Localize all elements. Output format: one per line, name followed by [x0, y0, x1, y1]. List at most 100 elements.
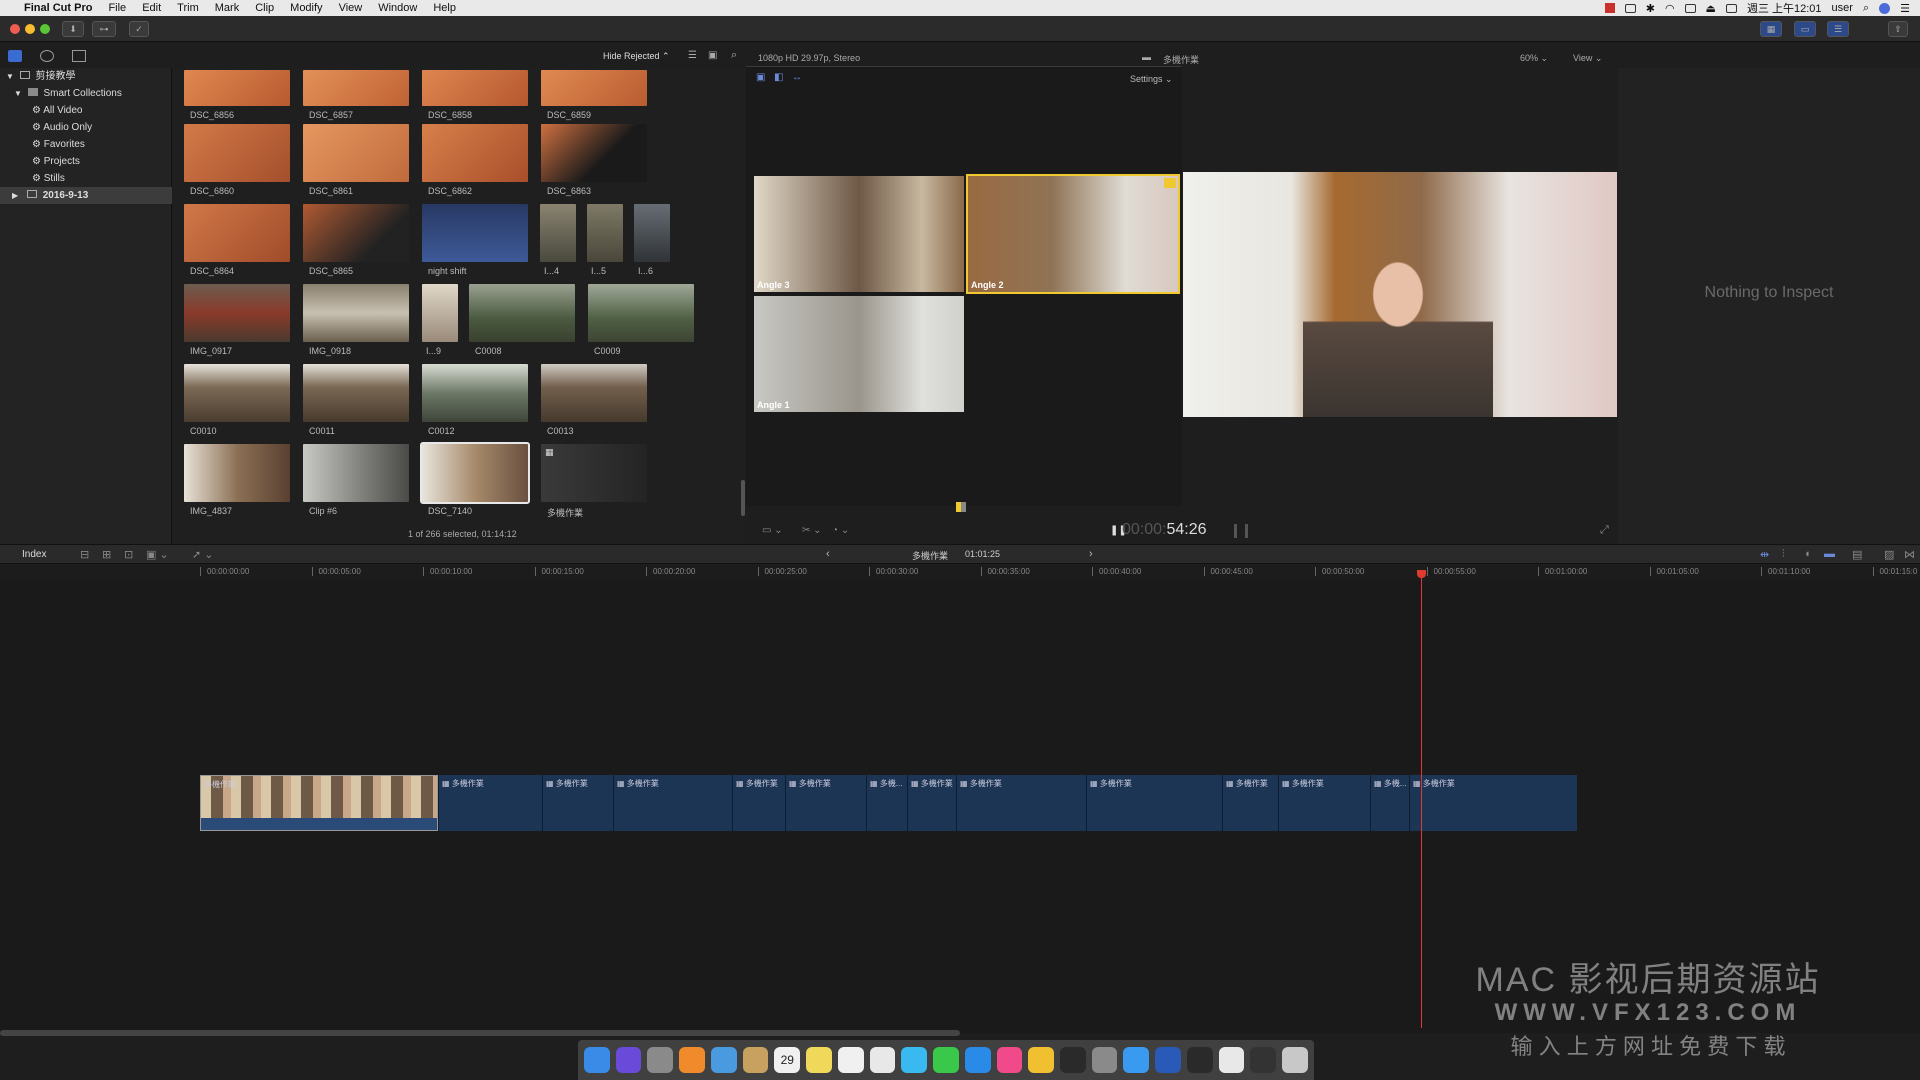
effects-browser-icon[interactable]: ▨	[1884, 548, 1894, 561]
zoom-popup[interactable]: 60% ⌄	[1520, 53, 1548, 64]
timeline-scrollbar[interactable]	[0, 1030, 960, 1036]
launchpad-icon[interactable]	[647, 1047, 674, 1073]
filmstrip-clip[interactable]: 多機作業	[200, 775, 438, 831]
keyword-button[interactable]: ⊶	[92, 21, 116, 37]
eject-icon[interactable]: ⏏	[1706, 2, 1716, 15]
browser-clip[interactable]: IMG_0917	[184, 284, 290, 356]
browser-clip[interactable]: C0012	[422, 364, 528, 436]
angle-bank-icon[interactable]	[956, 502, 966, 512]
browser-clip[interactable]: night shift	[422, 204, 528, 276]
audio-switch-icon[interactable]: ↔	[792, 72, 802, 83]
record-icon[interactable]	[1604, 3, 1615, 13]
transitions-browser-icon[interactable]: ⋈	[1904, 548, 1915, 561]
messages-icon[interactable]	[901, 1047, 928, 1073]
search-icon[interactable]: ⌕	[731, 49, 737, 62]
timeline-clip[interactable]: ▦ 多機...	[866, 775, 907, 831]
photos-audio-tab-icon[interactable]	[40, 50, 54, 62]
video-audio-switch-icon[interactable]: ▣	[756, 72, 765, 83]
browser-clip[interactable]: Clip #6	[303, 444, 409, 516]
system-preferences-icon[interactable]	[1091, 1047, 1118, 1073]
photos-icon[interactable]	[869, 1047, 896, 1073]
menu-help[interactable]: Help	[425, 2, 464, 14]
browser-clip[interactable]: DSC_6865	[303, 204, 409, 276]
timeline-clip[interactable]: ▦ 多機作業	[785, 775, 866, 831]
event-item[interactable]: ▶ 2016-9-13	[0, 187, 172, 204]
playhead-marker[interactable]	[1417, 570, 1426, 578]
playhead[interactable]	[1421, 570, 1422, 1028]
itunes-icon[interactable]	[996, 1047, 1023, 1073]
minimize-button[interactable]	[25, 24, 35, 34]
clock[interactable]: 週三 上午12:01	[1747, 0, 1822, 16]
calendar-icon[interactable]: 29	[774, 1047, 801, 1073]
inspector-layout-button[interactable]: ☰	[1827, 21, 1849, 37]
index-button[interactable]: Index	[22, 549, 46, 560]
app-menu[interactable]: Final Cut Pro	[16, 2, 100, 14]
smart-collections-folder[interactable]: ▼ Smart Collections	[0, 85, 172, 102]
libraries-tab-icon[interactable]	[8, 50, 22, 62]
angle-3[interactable]: Angle 3	[754, 176, 964, 292]
siri-icon[interactable]	[1879, 2, 1891, 14]
timeline-clip[interactable]: ▦ 多機作業	[1409, 775, 1577, 831]
trash-icon[interactable]	[1282, 1047, 1308, 1073]
timeline-clip[interactable]: ▦ 多機作業	[542, 775, 613, 831]
solo-icon[interactable]: ◖	[1804, 548, 1811, 560]
library-item[interactable]: ▼ 剪接教學	[0, 68, 172, 85]
timeline-clip[interactable]: ▦ 多機作業	[1222, 775, 1278, 831]
browser-clip[interactable]: I...5	[587, 204, 623, 276]
siri-icon[interactable]	[615, 1047, 642, 1073]
timeline-ruler[interactable]: 00:00:00:00 00:00:05:00 00:00:10:00 00:00:1…	[0, 565, 1920, 581]
browser-clip[interactable]: C0009	[588, 284, 694, 356]
terminal-icon[interactable]	[1186, 1047, 1213, 1073]
list-view-icon[interactable]: ☰	[688, 50, 697, 61]
browser-clip[interactable]: DSC_6859	[541, 70, 647, 130]
enhance-icon[interactable]: ✂ ⌄	[802, 525, 822, 536]
menu-mark[interactable]: Mark	[207, 2, 247, 14]
skimming-icon[interactable]: ⇹	[1760, 548, 1769, 561]
menu-modify[interactable]: Modify	[282, 2, 330, 14]
browser-clip[interactable]: I...6	[634, 204, 670, 276]
collection-all-video[interactable]: ⚙ All Video	[0, 102, 172, 119]
facetime-icon[interactable]	[933, 1047, 959, 1073]
bluetooth-icon[interactable]: ✱	[1646, 2, 1655, 15]
browser-clip[interactable]: DSC_6856	[184, 70, 290, 130]
collection-stills[interactable]: ⚙ Stills	[0, 170, 172, 187]
overwrite-clip-icon[interactable]: ▣ ⌄	[146, 548, 169, 561]
zoom-button[interactable]	[40, 24, 50, 34]
history-back-icon[interactable]: ‹	[826, 548, 830, 560]
safari-icon[interactable]	[1123, 1047, 1150, 1073]
angle-settings-popup[interactable]: Settings ⌄	[1130, 74, 1173, 85]
timeline-clip[interactable]: ▦ 多機作業	[1086, 775, 1222, 831]
timeline-clip[interactable]: ▦ 多機作業	[732, 775, 785, 831]
snapping-icon[interactable]: ▬	[1824, 548, 1835, 560]
share-button[interactable]: ⇪	[1888, 21, 1908, 37]
menu-file[interactable]: File	[100, 2, 134, 14]
browser-clip[interactable]: C0010	[184, 364, 290, 436]
browser-clip[interactable]: IMG_0918	[303, 284, 409, 356]
input-icon[interactable]	[1725, 3, 1737, 13]
browser-clip[interactable]: C0011	[303, 364, 409, 436]
main-viewer[interactable]	[1183, 172, 1617, 417]
browser-clip[interactable]: C0013	[541, 364, 647, 436]
notes-icon[interactable]	[742, 1047, 769, 1073]
timeline-clip[interactable]: ▦ 多機作業	[613, 775, 732, 831]
menu-edit[interactable]: Edit	[134, 2, 169, 14]
timeline-clip[interactable]: ▦ 多機作業	[907, 775, 956, 831]
spotlight-icon[interactable]: ⌕	[1863, 2, 1869, 15]
stickies-icon[interactable]	[806, 1047, 832, 1073]
folder-icon[interactable]	[1218, 1047, 1245, 1073]
transform-tool-icon[interactable]: ▭ ⌄	[762, 525, 783, 536]
reminders-icon[interactable]	[837, 1047, 864, 1073]
clip-appearance-icon[interactable]: ▤	[1852, 548, 1862, 561]
view-popup[interactable]: View ⌄	[1573, 53, 1602, 64]
app-store-icon[interactable]	[964, 1047, 991, 1073]
menu-view[interactable]: View	[331, 2, 371, 14]
timecode-display[interactable]: 00:00:54:26	[1122, 521, 1207, 539]
browser-scrollbar[interactable]	[741, 480, 745, 516]
connect-clip-icon[interactable]: ⊟	[80, 548, 89, 561]
clip-appearance-icon[interactable]: ▣	[708, 50, 717, 61]
import-button[interactable]: ⬇	[62, 21, 84, 37]
browser-clip[interactable]: DSC_6857	[303, 70, 409, 130]
browser-clip[interactable]: DSC_6858	[422, 70, 528, 130]
wifi-icon[interactable]: ◠	[1665, 2, 1675, 15]
display-icon[interactable]	[1250, 1047, 1277, 1073]
